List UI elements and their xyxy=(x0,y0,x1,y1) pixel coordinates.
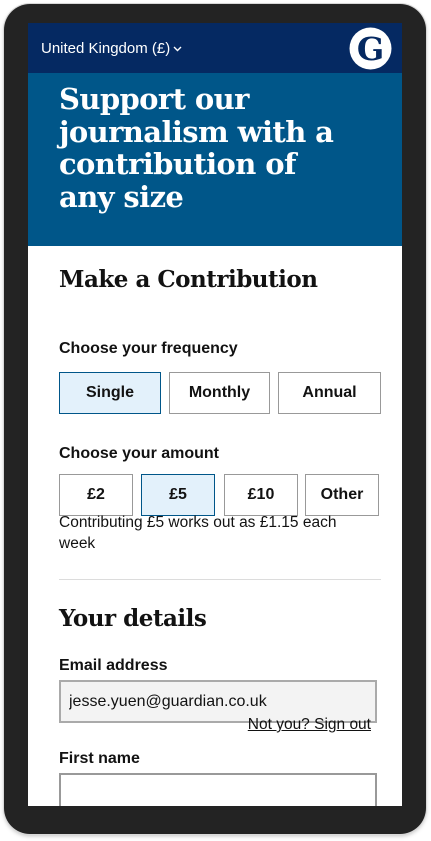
amount-10-button[interactable]: £10 xyxy=(224,474,298,516)
amount-2-button[interactable]: £2 xyxy=(59,474,133,516)
hero-banner: Support our journalism with a contributi… xyxy=(28,73,402,246)
chevron-down-icon xyxy=(173,46,182,51)
frequency-single-button[interactable]: Single xyxy=(59,372,161,414)
guardian-logo-icon[interactable]: G xyxy=(349,27,392,70)
frequency-annual-button[interactable]: Annual xyxy=(278,372,381,414)
details-heading: Your details xyxy=(59,605,207,632)
amount-other-button[interactable]: Other xyxy=(305,474,379,516)
section-divider xyxy=(59,579,381,580)
first-name-field[interactable] xyxy=(59,773,377,806)
amount-label: Choose your amount xyxy=(59,445,220,462)
signout-link[interactable]: Not you? Sign out xyxy=(248,716,371,734)
contribution-heading: Make a Contribution xyxy=(59,266,318,293)
device-frame: United Kingdom (£) G Support our journal… xyxy=(4,4,426,834)
email-label: Email address xyxy=(59,657,168,674)
region-label: United Kingdom (£) xyxy=(41,40,171,57)
frequency-label: Choose your frequency xyxy=(59,340,238,357)
region-selector[interactable]: United Kingdom (£) xyxy=(41,40,182,57)
contribution-summary: Contributing £5 works out as £1.15 each … xyxy=(59,514,337,552)
top-bar: United Kingdom (£) G xyxy=(28,23,402,73)
hero-title: Support our journalism with a contributi… xyxy=(59,82,334,214)
screen: United Kingdom (£) G Support our journal… xyxy=(28,23,402,806)
first-name-label: First name xyxy=(59,750,140,767)
amount-5-button[interactable]: £5 xyxy=(141,474,215,516)
logo-letter: G xyxy=(357,30,384,68)
frequency-monthly-button[interactable]: Monthly xyxy=(169,372,270,414)
